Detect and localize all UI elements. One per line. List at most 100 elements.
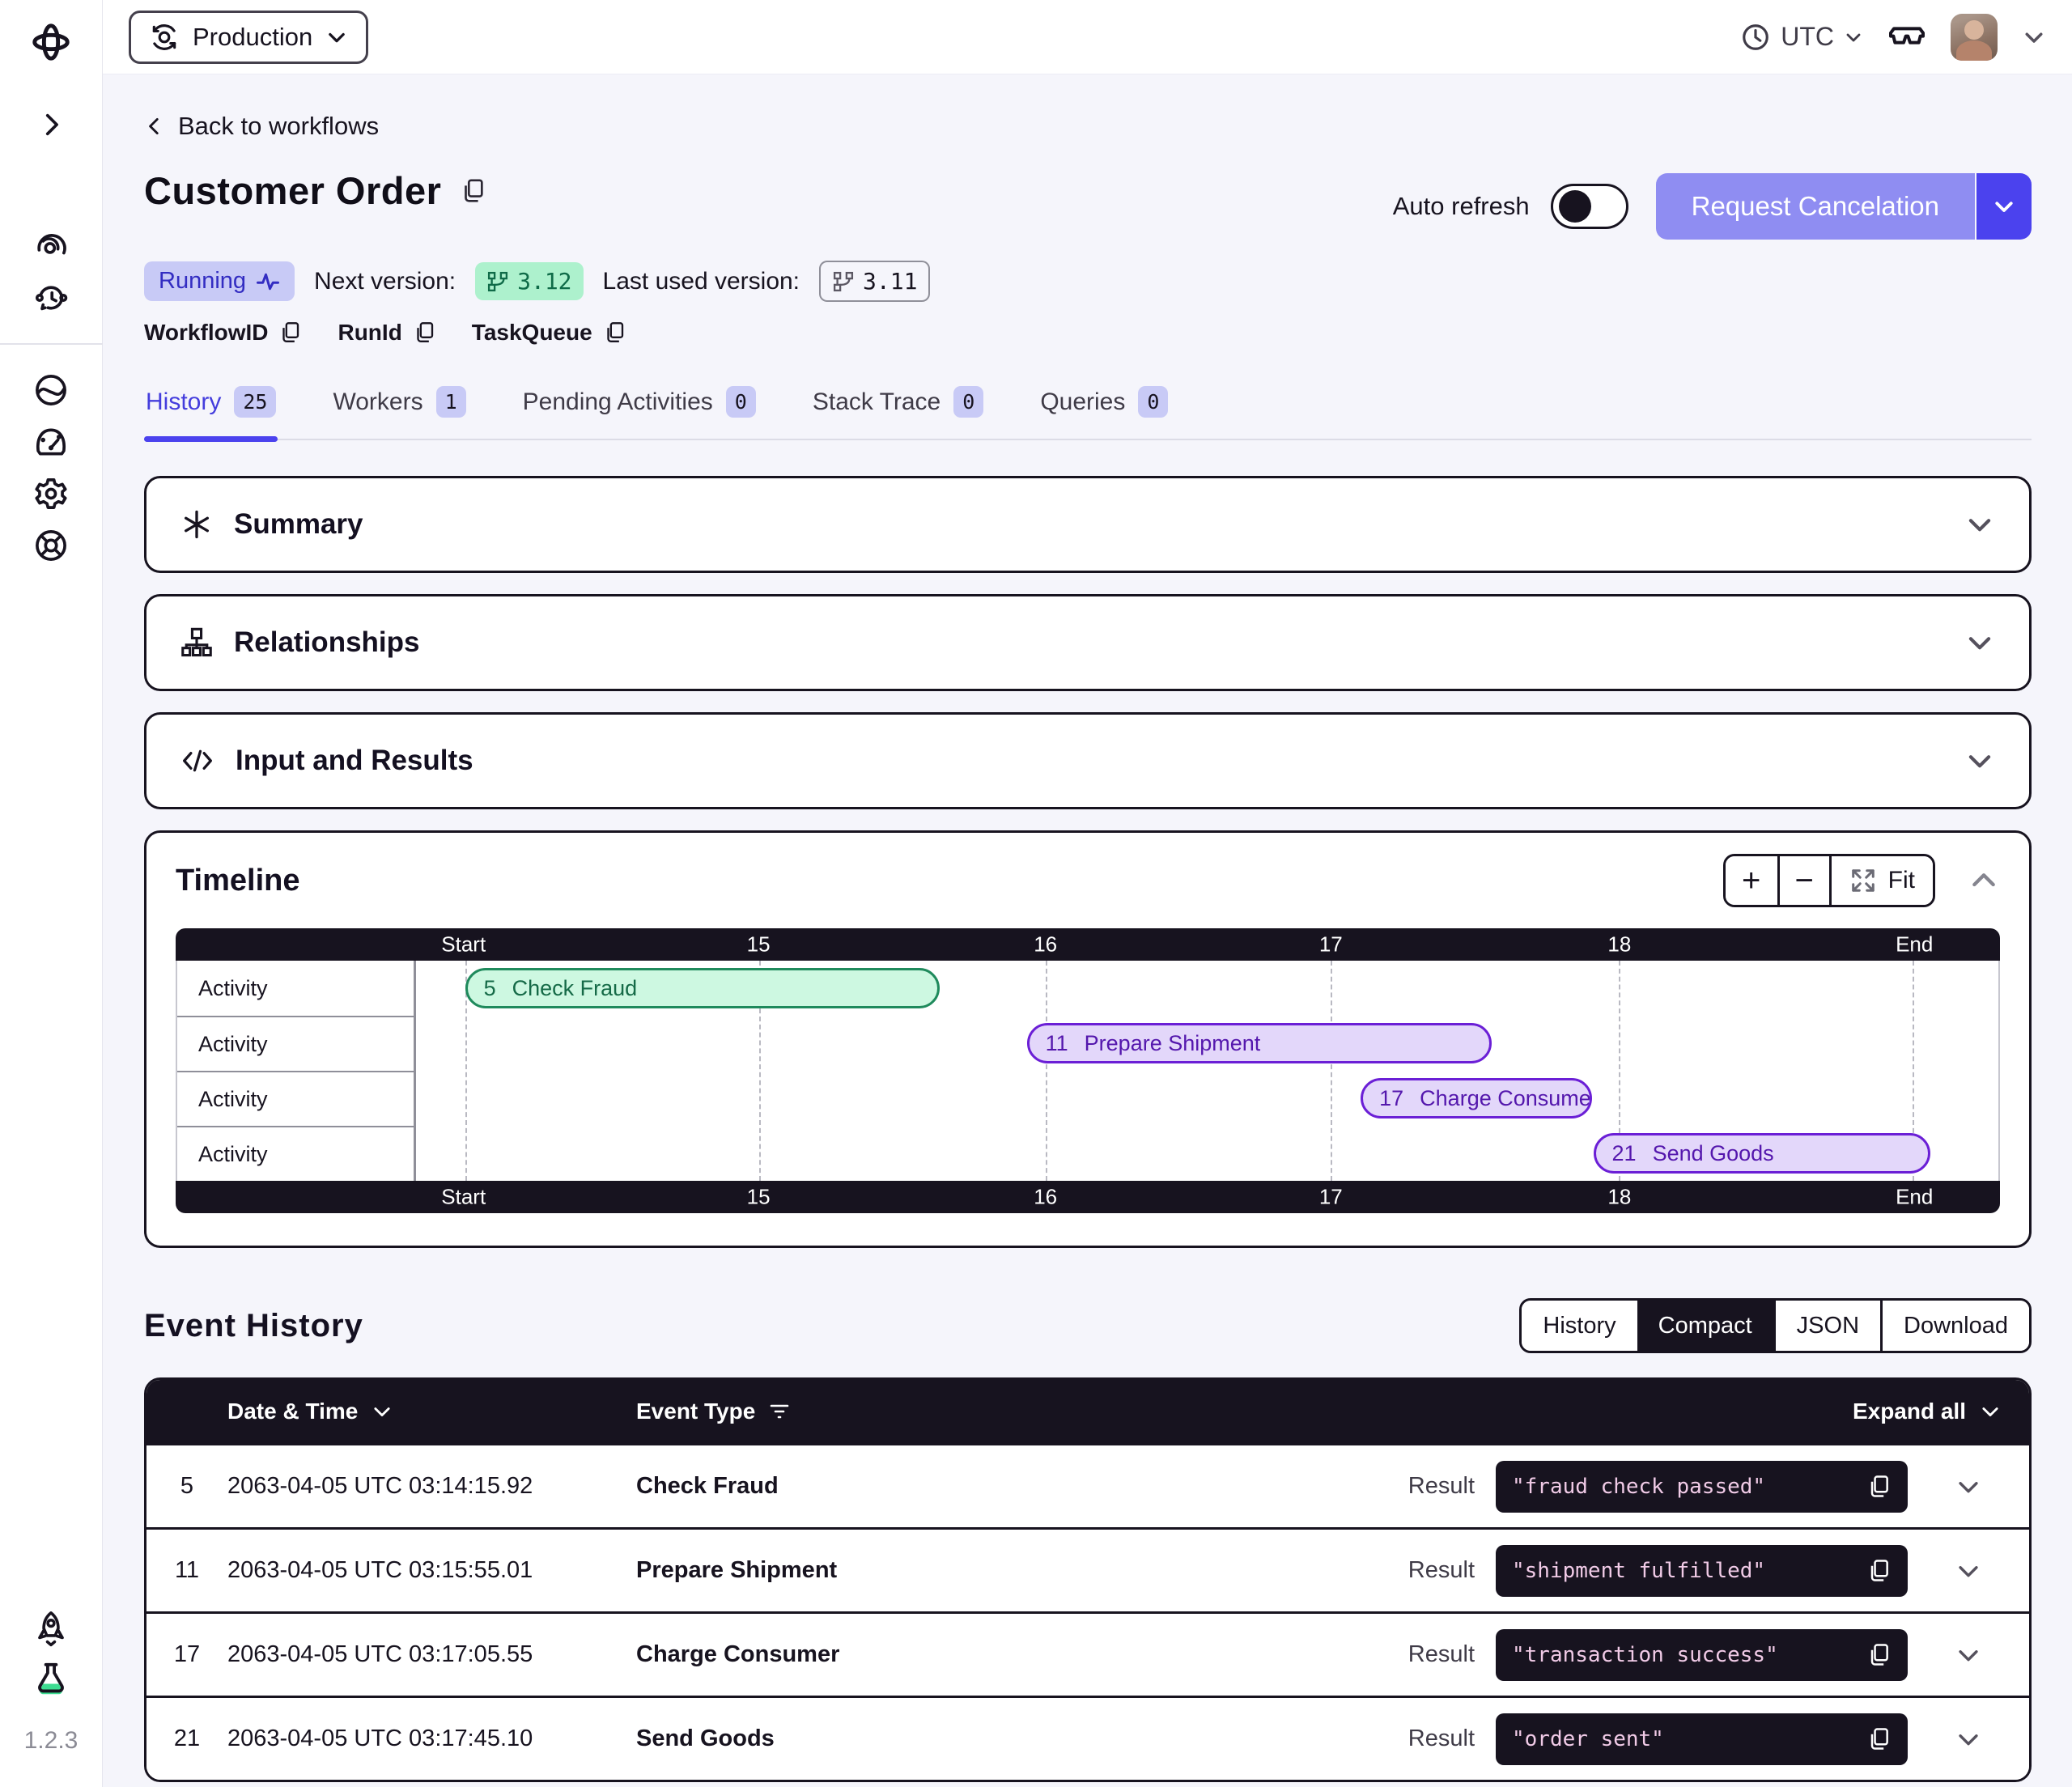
expand-row-chevron-icon[interactable] — [1955, 1725, 1982, 1753]
timezone-label: UTC — [1781, 22, 1834, 52]
result-value-pill[interactable]: "shipment fulfilled" — [1496, 1545, 1908, 1597]
result-value-pill[interactable]: "fraud check passed" — [1496, 1461, 1908, 1513]
sort-chevron-down-icon — [371, 1400, 393, 1423]
usage-icon[interactable] — [25, 416, 77, 468]
input-results-accordion[interactable]: Input and Results — [144, 712, 2032, 809]
result-value-pill[interactable]: "order sent" — [1496, 1713, 1908, 1765]
timeline-ruler-top: Start15161718End — [176, 928, 2000, 961]
view-compact-button[interactable]: Compact — [1637, 1301, 1773, 1351]
rocket-icon[interactable] — [25, 1602, 77, 1654]
avatar[interactable] — [1951, 14, 1998, 61]
collapse-timeline-chevron-icon[interactable] — [1968, 864, 2000, 897]
namespaces-icon[interactable] — [25, 364, 77, 416]
namespace-selector[interactable]: Production — [129, 11, 368, 64]
fit-button[interactable]: Fit — [1829, 856, 1933, 905]
copy-icon[interactable] — [1866, 1558, 1892, 1584]
summary-title: Summary — [234, 508, 363, 541]
event-datetime: 2063-04-05 UTC 03:17:05.55 — [227, 1641, 636, 1668]
zoom-out-button[interactable]: − — [1777, 856, 1829, 905]
timeline-title: Timeline — [176, 864, 299, 898]
timeline-row-label: Activity — [177, 1016, 414, 1071]
relationships-accordion[interactable]: Relationships — [144, 594, 2032, 691]
summary-accordion[interactable]: Summary — [144, 476, 2032, 573]
event-datetime: 2063-04-05 UTC 03:14:15.92 — [227, 1473, 636, 1500]
timeline-tick-label: 15 — [747, 1185, 771, 1210]
relationships-title: Relationships — [234, 626, 419, 659]
timeline-tick-label: 15 — [747, 932, 771, 957]
tab-stack-trace[interactable]: Stack Trace 0 — [811, 378, 985, 439]
event-type: Check Fraud — [636, 1473, 1386, 1500]
event-type-column-header[interactable]: Event Type — [636, 1399, 1386, 1424]
view-json-button[interactable]: JSON — [1773, 1301, 1880, 1351]
request-cancelation-label[interactable]: Request Cancelation — [1656, 173, 1976, 240]
dark-mode-glasses-icon[interactable] — [1887, 18, 1926, 57]
date-time-column-header[interactable]: Date & Time — [227, 1399, 636, 1424]
tab-label: History — [146, 388, 221, 416]
expand-all-button[interactable]: Expand all — [1853, 1399, 2029, 1424]
timeline-plot: 5Check Fraud 11Prepare Shipment 17Charge C… — [416, 961, 1998, 1181]
expand-row-chevron-icon[interactable] — [1955, 1557, 1982, 1585]
view-history-button[interactable]: History — [1522, 1301, 1637, 1351]
status-badge: Running — [144, 261, 295, 301]
result-value: "transaction success" — [1512, 1643, 1778, 1667]
expand-sidebar-chevron-icon[interactable] — [25, 99, 77, 151]
request-cancelation-button[interactable]: Request Cancelation — [1656, 173, 2032, 240]
run-id-copy[interactable]: RunId — [338, 320, 435, 346]
workflow-title: Customer Order — [144, 168, 441, 213]
timeline-row-label: Activity — [177, 961, 414, 1016]
tab-history[interactable]: History 25 — [144, 378, 278, 439]
chevron-down-icon[interactable] — [1964, 509, 1995, 540]
next-version-value: 3.12 — [517, 268, 571, 295]
tab-queries[interactable]: Queries 0 — [1038, 378, 1170, 439]
copy-icon[interactable] — [1866, 1726, 1892, 1752]
back-to-workflows-link[interactable]: Back to workflows — [144, 112, 379, 141]
expand-row-chevron-icon[interactable] — [1955, 1473, 1982, 1500]
cancelation-menu-chevron-icon[interactable] — [1976, 173, 2032, 240]
app-version: 1.2.3 — [24, 1727, 79, 1755]
event-row[interactable]: 11 2063-04-05 UTC 03:15:55.01 Prepare Sh… — [146, 1527, 2029, 1611]
copy-icon[interactable] — [1866, 1642, 1892, 1668]
event-row[interactable]: 17 2063-04-05 UTC 03:17:05.55 Charge Con… — [146, 1611, 2029, 1696]
tab-pending-activities[interactable]: Pending Activities 0 — [521, 378, 758, 439]
timeline-bar-id: 17 — [1379, 1086, 1403, 1111]
timeline-bar-label: Check Fraud — [512, 976, 638, 1001]
timeline-bar-send-goods[interactable]: 21Send Goods — [1594, 1133, 1930, 1174]
back-link-label: Back to workflows — [178, 112, 379, 141]
tab-workers[interactable]: Workers 1 — [331, 378, 467, 439]
expand-arrows-icon — [1849, 867, 1877, 894]
result-value-pill[interactable]: "transaction success" — [1496, 1629, 1908, 1681]
copy-icon[interactable] — [1866, 1474, 1892, 1500]
chevron-down-icon[interactable] — [1964, 745, 1995, 776]
task-queue-label: TaskQueue — [472, 320, 592, 346]
view-download-button[interactable]: Download — [1880, 1301, 2029, 1351]
timeline-tick-label: 17 — [1319, 1185, 1343, 1210]
event-history-title: Event History — [144, 1308, 363, 1344]
zoom-in-button[interactable]: + — [1726, 856, 1777, 905]
workflows-icon[interactable] — [25, 220, 77, 272]
timeline-bar-prepare-shipment[interactable]: 11Prepare Shipment — [1027, 1023, 1492, 1063]
task-queue-copy[interactable]: TaskQueue — [472, 320, 626, 346]
timeline-bar-id: 21 — [1612, 1141, 1637, 1166]
event-row[interactable]: 5 2063-04-05 UTC 03:14:15.92 Check Fraud… — [146, 1443, 2029, 1527]
expand-row-chevron-icon[interactable] — [1955, 1641, 1982, 1669]
workflow-id-copy[interactable]: WorkflowID — [144, 320, 302, 346]
event-row[interactable]: 21 2063-04-05 UTC 03:17:45.10 Send Goods… — [146, 1696, 2029, 1780]
event-id: 17 — [174, 1641, 200, 1668]
hierarchy-icon — [180, 626, 213, 659]
timeline-bar-check-fraud[interactable]: 5Check Fraud — [465, 968, 940, 1008]
timeline-tick-label: End — [1896, 1185, 1933, 1210]
auto-refresh-toggle[interactable] — [1551, 184, 1628, 229]
timezone-selector[interactable]: UTC — [1740, 22, 1863, 53]
workflow-page: Back to workflows Customer Order Auto re… — [103, 74, 2072, 1787]
account-chevron-down-icon[interactable] — [2022, 25, 2046, 49]
labs-flask-icon[interactable] — [25, 1654, 77, 1706]
support-lifebuoy-icon[interactable] — [25, 520, 77, 571]
chevron-down-icon[interactable] — [1964, 627, 1995, 658]
event-type: Charge Consumer — [636, 1641, 1386, 1668]
timeline-tick-label: 16 — [1034, 932, 1057, 957]
timeline-bar-charge-consumer[interactable]: 17Charge Consumer — [1361, 1078, 1591, 1118]
schedules-icon[interactable] — [25, 272, 77, 324]
pulse-icon — [256, 270, 280, 294]
copy-title-icon[interactable] — [459, 177, 486, 205]
settings-gear-icon[interactable] — [25, 468, 77, 520]
